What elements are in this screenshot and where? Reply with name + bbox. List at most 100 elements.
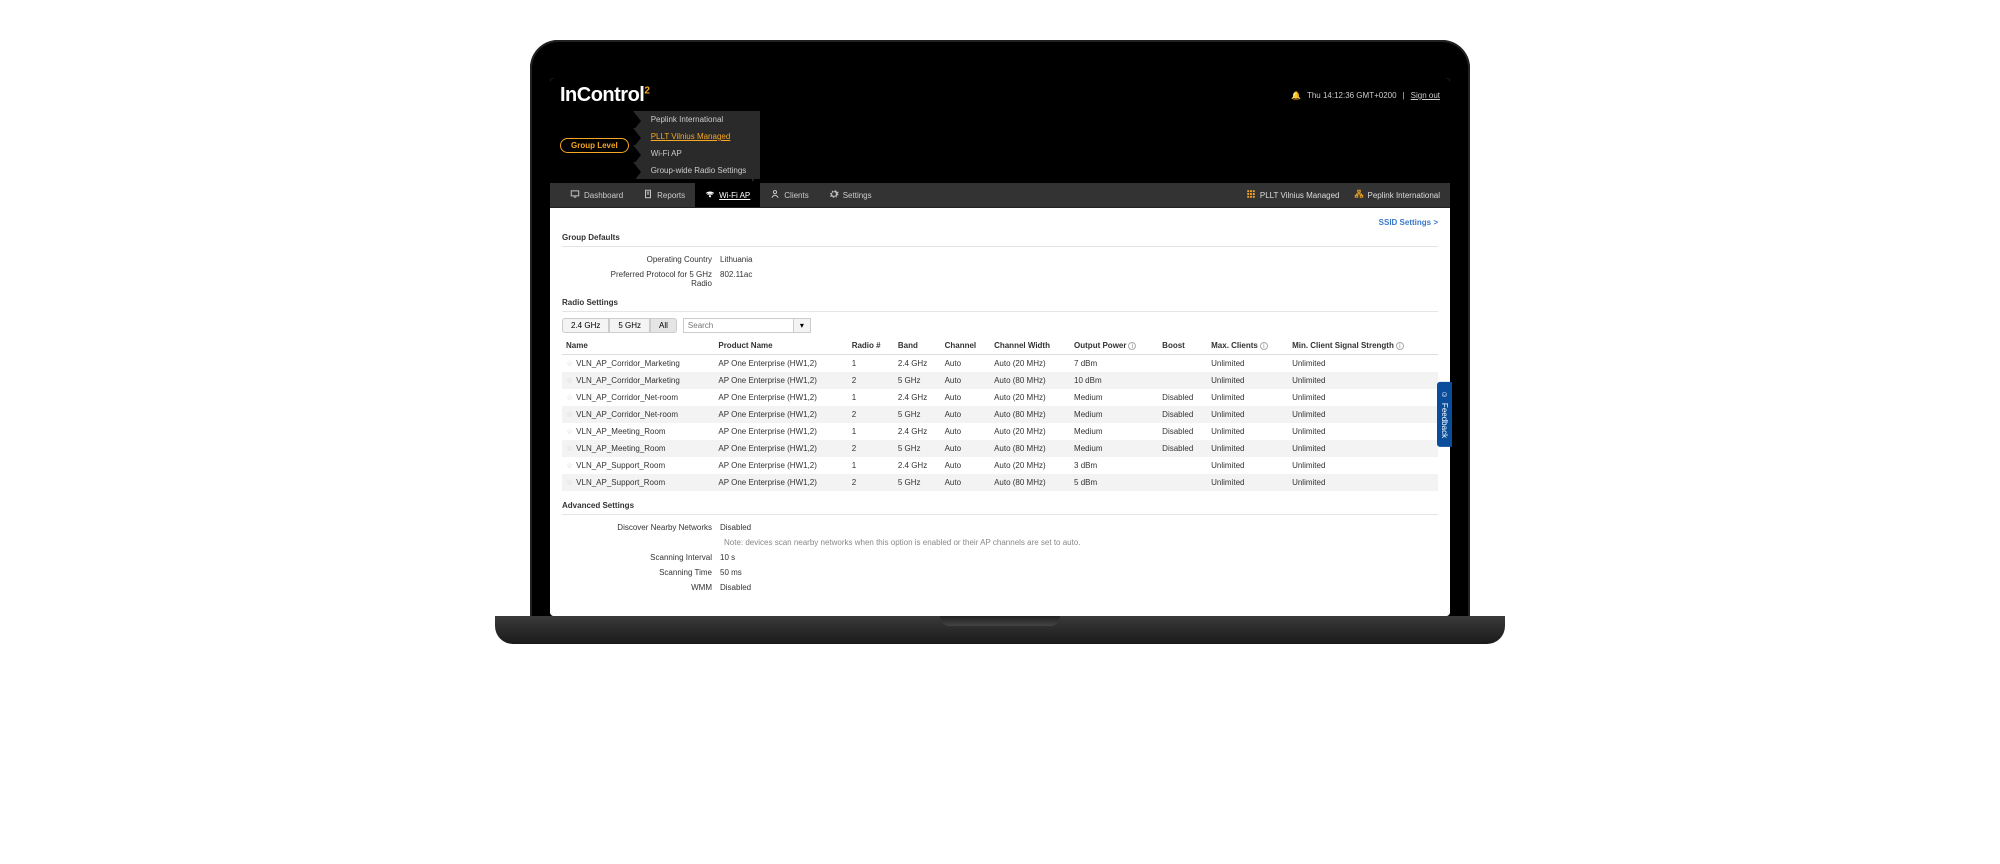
star-icon[interactable]: ☆ <box>566 427 573 436</box>
table-cell: Unlimited <box>1207 406 1288 423</box>
star-icon[interactable]: ☆ <box>566 393 573 402</box>
star-icon[interactable]: ☆ <box>566 359 573 368</box>
column-header[interactable]: Channel <box>941 337 990 355</box>
group-level-pill[interactable]: Group Level <box>560 138 629 153</box>
table-cell: 7 dBm <box>1070 355 1158 373</box>
table-cell: ☆VLN_AP_Support_Room <box>562 474 714 491</box>
column-header[interactable]: Product Name <box>714 337 847 355</box>
column-header[interactable]: Radio # <box>848 337 894 355</box>
table-cell: ☆VLN_AP_Meeting_Room <box>562 423 714 440</box>
table-row[interactable]: ☆VLN_AP_Support_RoomAP One Enterprise (H… <box>562 474 1438 491</box>
nav-tab-dashboard[interactable]: Dashboard <box>560 183 633 207</box>
table-row[interactable]: ☆VLN_AP_Corridor_Net-roomAP One Enterpri… <box>562 389 1438 406</box>
nav-tab-label: Reports <box>657 191 685 200</box>
column-header[interactable]: Name <box>562 337 714 355</box>
table-cell: 3 dBm <box>1070 457 1158 474</box>
table-cell: Unlimited <box>1207 389 1288 406</box>
star-icon[interactable]: ☆ <box>566 410 573 419</box>
ssid-settings-link[interactable]: SSID Settings > <box>562 218 1438 227</box>
table-cell: Auto <box>941 406 990 423</box>
info-icon[interactable]: i <box>1128 342 1136 350</box>
grid-icon <box>1246 189 1256 201</box>
breadcrumb-item[interactable]: Wi-Fi AP <box>633 145 761 162</box>
table-row[interactable]: ☆VLN_AP_Corridor_MarketingAP One Enterpr… <box>562 372 1438 389</box>
nav-tab-settings[interactable]: Settings <box>819 183 882 207</box>
nav-row: DashboardReportsWi-Fi APClientsSettings … <box>550 183 1450 208</box>
star-icon[interactable]: ☆ <box>566 444 573 453</box>
table-cell: Auto <box>941 355 990 373</box>
table-row[interactable]: ☆VLN_AP_Corridor_Net-roomAP One Enterpri… <box>562 406 1438 423</box>
table-row[interactable]: ☆VLN_AP_Corridor_MarketingAP One Enterpr… <box>562 355 1438 373</box>
person-icon <box>770 189 780 201</box>
table-cell: Auto <box>941 474 990 491</box>
advanced-row: Scanning Interval10 s <box>562 551 1438 566</box>
table-row[interactable]: ☆VLN_AP_Meeting_RoomAP One Enterprise (H… <box>562 423 1438 440</box>
table-cell: Unlimited <box>1207 457 1288 474</box>
table-cell: Unlimited <box>1288 389 1438 406</box>
monitor-icon <box>570 189 580 201</box>
table-cell: Auto <box>941 423 990 440</box>
column-header[interactable]: Band <box>894 337 941 355</box>
column-header[interactable]: Max. Clientsi <box>1207 337 1288 355</box>
table-cell: Unlimited <box>1288 457 1438 474</box>
table-cell <box>1158 474 1207 491</box>
star-icon[interactable]: ☆ <box>566 478 573 487</box>
brand-logo: InControl2 <box>560 84 649 107</box>
kv-label: Discover Nearby Networks <box>602 523 712 532</box>
column-header[interactable]: Boost <box>1158 337 1207 355</box>
table-cell: Auto (80 MHz) <box>990 440 1070 457</box>
table-cell: 5 GHz <box>894 440 941 457</box>
star-icon[interactable]: ☆ <box>566 376 573 385</box>
column-header[interactable]: Min. Client Signal Strengthi <box>1288 337 1438 355</box>
table-cell: 2 <box>848 474 894 491</box>
signout-link[interactable]: Sign out <box>1411 91 1440 100</box>
search-dropdown-button[interactable]: ▾ <box>793 318 811 333</box>
bell-icon[interactable]: 🔔 <box>1291 91 1301 100</box>
breadcrumb-item[interactable]: Peplink International <box>633 111 761 128</box>
info-icon[interactable]: i <box>1260 342 1268 350</box>
table-cell: Unlimited <box>1207 372 1288 389</box>
table-cell: 2 <box>848 406 894 423</box>
breadcrumb-item[interactable]: PLLT Vilnius Managed <box>633 128 761 145</box>
breadcrumb-item[interactable]: Group-wide Radio Settings <box>633 162 761 179</box>
table-cell: Unlimited <box>1288 355 1438 373</box>
nav-tab-clients[interactable]: Clients <box>760 183 818 207</box>
nav-tab-wi-fi-ap[interactable]: Wi-Fi AP <box>695 183 760 207</box>
feedback-icon: ☺ <box>1440 390 1449 399</box>
top-bar: InControl2 🔔 Thu 14:12:36 GMT+0200 | Sig… <box>550 78 1450 111</box>
table-cell: Disabled <box>1158 406 1207 423</box>
table-row[interactable]: ☆VLN_AP_Support_RoomAP One Enterprise (H… <box>562 457 1438 474</box>
group-default-row: Preferred Protocol for 5 GHz Radio802.11… <box>562 268 1438 292</box>
filter-5ghz[interactable]: 5 GHz <box>609 318 650 333</box>
nav-tab-reports[interactable]: Reports <box>633 183 695 207</box>
table-cell: Disabled <box>1158 423 1207 440</box>
context-label: PLLT Vilnius Managed <box>1260 191 1340 200</box>
search-input[interactable] <box>683 318 793 333</box>
table-cell: Unlimited <box>1288 474 1438 491</box>
table-cell: 5 GHz <box>894 372 941 389</box>
column-header[interactable]: Channel Width <box>990 337 1070 355</box>
column-header[interactable]: Output Poweri <box>1070 337 1158 355</box>
table-cell: Disabled <box>1158 440 1207 457</box>
app-screen: InControl2 🔔 Thu 14:12:36 GMT+0200 | Sig… <box>550 78 1450 616</box>
table-cell: ☆VLN_AP_Corridor_Net-room <box>562 389 714 406</box>
table-cell: Auto <box>941 457 990 474</box>
advanced-row: Discover Nearby NetworksDisabled <box>562 521 1438 536</box>
feedback-tab[interactable]: ☺ Feedback <box>1437 382 1452 446</box>
table-cell: Auto <box>941 389 990 406</box>
star-icon[interactable]: ☆ <box>566 461 573 470</box>
filter-24ghz[interactable]: 2.4 GHz <box>562 318 609 333</box>
info-icon[interactable]: i <box>1396 342 1404 350</box>
table-cell: Auto (20 MHz) <box>990 389 1070 406</box>
context-peplink-international[interactable]: Peplink International <box>1354 189 1441 201</box>
table-cell: Auto (80 MHz) <box>990 474 1070 491</box>
filter-all[interactable]: All <box>650 318 677 333</box>
table-cell: Disabled <box>1158 389 1207 406</box>
context-pllt-vilnius-managed[interactable]: PLLT Vilnius Managed <box>1246 189 1340 201</box>
table-row[interactable]: ☆VLN_AP_Meeting_RoomAP One Enterprise (H… <box>562 440 1438 457</box>
table-cell: Auto <box>941 372 990 389</box>
table-cell: 1 <box>848 457 894 474</box>
table-cell: AP One Enterprise (HW1,2) <box>714 474 847 491</box>
table-cell: 5 GHz <box>894 406 941 423</box>
context-label: Peplink International <box>1368 191 1441 200</box>
